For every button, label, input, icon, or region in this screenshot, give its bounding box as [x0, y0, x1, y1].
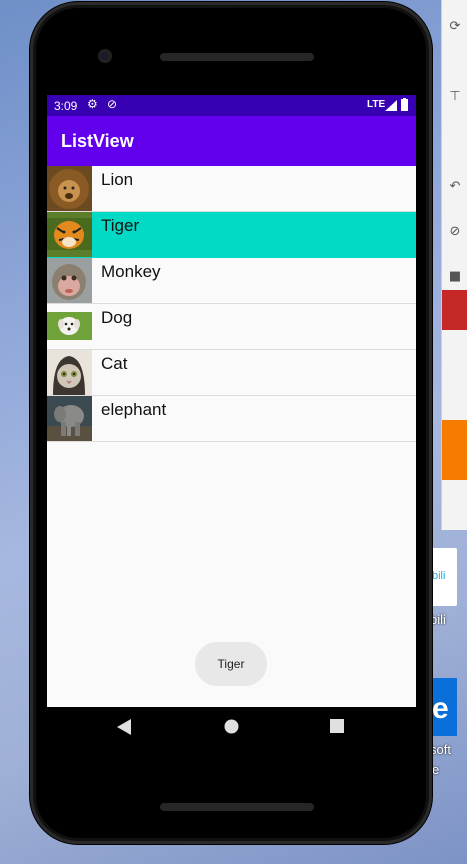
earpiece-speaker — [160, 53, 314, 61]
battery-icon — [401, 98, 408, 111]
list-item-label: Cat — [101, 354, 128, 373]
refresh-icon: ⟳ — [449, 19, 461, 34]
app-title: ListView — [61, 131, 134, 151]
sync-icon: ⊘ — [107, 97, 118, 111]
list-item-dog[interactable]: Dog — [47, 304, 416, 350]
status-bar: 3:09 ⚙ ⊘ LTE — [47, 95, 416, 116]
list-item-label: Monkey — [101, 262, 161, 281]
cat-photo — [47, 350, 92, 395]
colored-tile — [442, 420, 467, 480]
link-icon: ⊘ — [449, 224, 461, 239]
back-button[interactable] — [117, 719, 131, 735]
list-item-elephant[interactable]: elephant — [47, 396, 416, 442]
elephant-photo — [47, 396, 92, 441]
recents-button[interactable] — [330, 719, 344, 733]
list-item-label: elephant — [101, 400, 167, 419]
undo-icon: ↶ — [449, 179, 461, 194]
colored-tile — [442, 290, 467, 330]
list-item-cat[interactable]: Cat — [47, 350, 416, 396]
bottom-speaker — [160, 803, 314, 811]
edge-desktop-label-2: e — [432, 762, 440, 777]
list-item-monkey[interactable]: Monkey — [47, 258, 416, 304]
edge-desktop-icon[interactable]: e — [430, 678, 457, 736]
list-item-lion[interactable]: Lion — [47, 166, 416, 212]
animal-list[interactable]: Lion Tiger Monkey Dog Cat elephant — [47, 166, 416, 442]
edge-desktop-label: soft — [430, 742, 451, 757]
square-icon: ■ — [448, 269, 462, 284]
lion-photo — [47, 166, 92, 211]
network-type: LTE — [367, 99, 386, 110]
list-item-label: Dog — [101, 308, 133, 327]
front-camera — [98, 49, 112, 63]
bilibili-desktop-icon[interactable]: bili — [429, 548, 457, 606]
settings-icon: ⚙ — [87, 97, 98, 111]
signal-icon — [385, 100, 397, 111]
bilibili-logo-text: bili — [432, 570, 446, 582]
pin-icon: ⊤ — [449, 89, 461, 104]
monkey-photo — [47, 258, 92, 303]
toast-message: Tiger — [195, 642, 267, 686]
list-item-tiger[interactable]: Tiger — [47, 212, 416, 258]
home-button[interactable] — [224, 719, 239, 734]
status-time: 3:09 — [54, 99, 78, 113]
phone-screen: 3:09 ⚙ ⊘ LTE ListView Lion Tiger Monkey … — [47, 95, 416, 707]
dog-photo — [47, 304, 92, 349]
navigation-bar — [47, 707, 416, 751]
bilibili-desktop-label: bili — [430, 612, 446, 627]
app-bar: ListView — [47, 116, 416, 166]
list-item-label: Tiger — [101, 216, 140, 235]
edge-icon: e — [432, 692, 449, 725]
tiger-photo — [47, 212, 92, 257]
background-window: ⟳ ⊤ ↶ ⊘ ■ — [441, 0, 467, 530]
list-item-label: Lion — [101, 170, 134, 189]
